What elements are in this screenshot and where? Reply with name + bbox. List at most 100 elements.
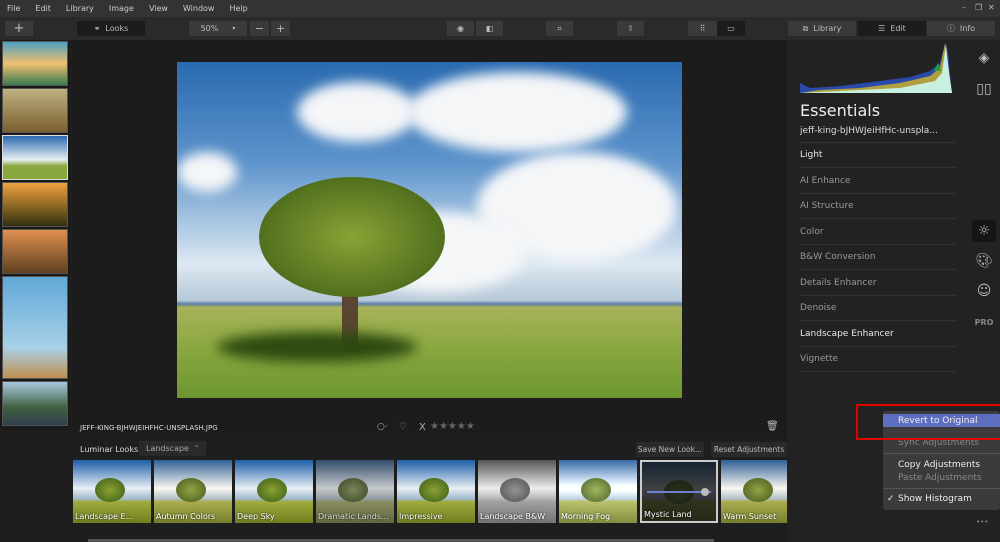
- color-label-button[interactable]: ○·: [377, 422, 388, 432]
- minimize-button[interactable]: –: [962, 3, 966, 12]
- menu-item-paste-adjustments[interactable]: Paste Adjustments: [898, 473, 982, 483]
- tree-image: [257, 478, 287, 502]
- grid-view-icon[interactable]: ⠿: [688, 21, 717, 36]
- panel-tool-item[interactable]: Details Enhancer: [800, 271, 956, 296]
- looks-category-select[interactable]: Landscape ^: [139, 441, 207, 456]
- filmstrip: [0, 40, 70, 430]
- menu-edit[interactable]: Edit: [35, 4, 51, 13]
- tree-image: [419, 478, 449, 502]
- filmstrip-thumb[interactable]: [2, 182, 68, 227]
- looks-header: Luminar Looks: Landscape ^ Save New Look.…: [72, 440, 787, 458]
- smiley-icon[interactable]: ☺: [972, 280, 996, 302]
- trash-icon[interactable]: 🗑: [766, 421, 779, 432]
- crop-icon[interactable]: ⌗: [546, 21, 573, 36]
- compare-icon[interactable]: ◧: [476, 21, 503, 36]
- menu-item-show-histogram[interactable]: Show Histogram: [898, 494, 972, 504]
- look-thumbnail[interactable]: Dramatic Lands...: [316, 460, 394, 523]
- reject-button[interactable]: X: [419, 422, 426, 433]
- palette-icon[interactable]: 🎨︎: [972, 250, 996, 272]
- panel-tool-item[interactable]: Denoise: [800, 296, 956, 321]
- tab-library[interactable]: ⧉ Library: [788, 21, 856, 36]
- toolbar: + ⚭ Looks 50% ▾ − + ◉ ◧ ⌗ ⇪ ⠿ ▭ ⧉ Library ☰…: [0, 17, 1000, 40]
- chevron-down-icon: ▾: [232, 25, 236, 32]
- divider: [883, 453, 1000, 454]
- highlight-box: [856, 404, 1000, 440]
- looks-icon: ⚭: [93, 24, 101, 33]
- look-label: Mystic Land: [644, 510, 692, 519]
- menu-library[interactable]: Library: [66, 4, 94, 13]
- more-options-button[interactable]: •••: [976, 518, 988, 526]
- share-icon[interactable]: ⇪: [617, 21, 644, 36]
- looks-label: Luminar Looks:: [80, 445, 141, 454]
- panel-tool-item[interactable]: AI Structure: [800, 194, 956, 219]
- tree-image: [338, 478, 368, 502]
- menu-item-copy-adjustments[interactable]: Copy Adjustments: [898, 460, 980, 470]
- info-icon: ⓘ: [946, 24, 955, 33]
- look-thumbnail[interactable]: Impressive: [397, 460, 475, 523]
- panel-title: Essentials: [800, 101, 881, 120]
- star-rating[interactable]: ★★★★★: [430, 421, 475, 432]
- close-button[interactable]: ✕: [988, 3, 995, 12]
- look-label: Deep Sky: [237, 512, 275, 521]
- look-thumbnail[interactable]: Morning Fog: [559, 460, 637, 523]
- slider-handle[interactable]: [700, 488, 709, 496]
- single-view-icon[interactable]: ▭: [717, 21, 745, 36]
- pro-icon[interactable]: PRO: [972, 311, 996, 333]
- reset-adjustments-button[interactable]: Reset Adjustments: [711, 442, 787, 457]
- tab-info[interactable]: ⓘ Info: [927, 21, 995, 36]
- zoom-out-button[interactable]: −: [250, 21, 269, 36]
- save-new-look-button[interactable]: Save New Look...: [636, 442, 704, 457]
- panel-tool-item[interactable]: Color: [800, 220, 956, 245]
- panel-tool-item[interactable]: Vignette: [800, 347, 956, 372]
- looks-button[interactable]: ⚭ Looks: [77, 21, 145, 36]
- tree-image: [743, 478, 773, 502]
- look-label: Dramatic Lands...: [318, 512, 389, 521]
- look-thumbnail[interactable]: Mystic Land: [640, 460, 718, 523]
- tree-image: [500, 478, 530, 502]
- check-icon: ✓: [887, 494, 895, 504]
- tree-image: [176, 478, 206, 502]
- histogram: [800, 43, 952, 93]
- main-photo[interactable]: [177, 62, 682, 398]
- filmstrip-thumb-selected[interactable]: [2, 135, 68, 180]
- canvas-tools-icon[interactable]: ▯▯: [972, 78, 996, 100]
- look-label: Impressive: [399, 512, 443, 521]
- heart-icon[interactable]: ♡: [399, 422, 407, 432]
- essentials-sun-icon[interactable]: ☼: [972, 220, 996, 242]
- layers-icon[interactable]: ◈: [972, 47, 996, 69]
- look-label: Landscape E...: [75, 512, 134, 521]
- menu-image[interactable]: Image: [109, 4, 134, 13]
- panel-tool-item[interactable]: Landscape Enhancer: [800, 322, 956, 347]
- panel-filename: jeff-king-bJHWJeiHfHc-unspla...: [800, 126, 956, 143]
- menu-view[interactable]: View: [149, 4, 168, 13]
- panel-tool-item[interactable]: Light: [800, 143, 956, 168]
- menu-file[interactable]: File: [7, 4, 20, 13]
- filmstrip-thumb[interactable]: [2, 229, 68, 274]
- eye-icon[interactable]: ◉: [447, 21, 474, 36]
- look-thumbnail[interactable]: Autumn Colors: [154, 460, 232, 523]
- sliders-icon: ☰: [878, 24, 886, 33]
- zoom-select[interactable]: 50% ▾: [189, 21, 247, 36]
- tree-image: [581, 478, 611, 502]
- zoom-in-button[interactable]: +: [271, 21, 290, 36]
- panel-tool-item[interactable]: B&W Conversion: [800, 245, 956, 270]
- look-amount-slider[interactable]: [647, 488, 711, 496]
- image-filename: JEFF-KING-BJHWJEIHFHC-UNSPLASH.JPG: [80, 424, 218, 432]
- add-button[interactable]: +: [5, 21, 33, 36]
- menu-window[interactable]: Window: [183, 4, 215, 13]
- restore-button[interactable]: ❐: [975, 3, 982, 12]
- look-thumbnail[interactable]: Landscape E...: [73, 460, 151, 523]
- look-thumbnail[interactable]: Deep Sky: [235, 460, 313, 523]
- filmstrip-thumb[interactable]: [2, 88, 68, 133]
- look-thumbnail[interactable]: Landscape B&W: [478, 460, 556, 523]
- filmstrip-thumb[interactable]: [2, 276, 68, 379]
- menu-help[interactable]: Help: [229, 4, 247, 13]
- filmstrip-thumb[interactable]: [2, 41, 68, 86]
- menu-bar: File Edit Library Image View Window Help: [0, 0, 1000, 17]
- library-icon: ⧉: [802, 23, 809, 33]
- look-label: Morning Fog: [561, 512, 611, 521]
- filmstrip-thumb[interactable]: [2, 381, 68, 426]
- tree-image: [95, 478, 125, 502]
- tab-edit[interactable]: ☰ Edit: [858, 21, 926, 36]
- panel-tool-item[interactable]: AI Enhance: [800, 169, 956, 194]
